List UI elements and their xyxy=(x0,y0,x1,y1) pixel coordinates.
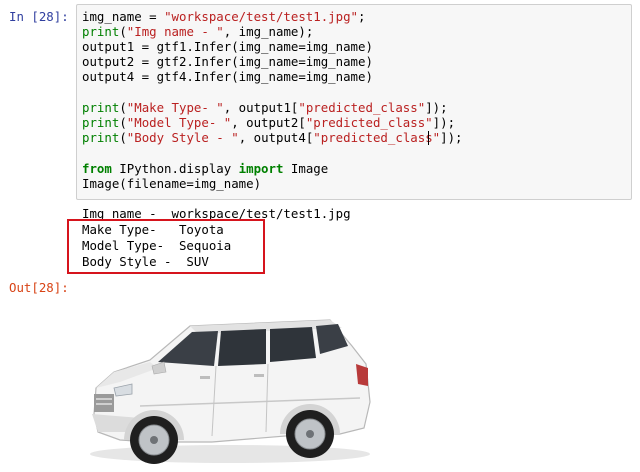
keyword-import: import xyxy=(238,161,284,176)
string-literal: "Model Type- " xyxy=(126,115,232,130)
code-text: Image xyxy=(283,161,329,176)
builtin-print: print xyxy=(82,115,120,130)
code-input-cell[interactable]: img_name = "workspace/test/test1.jpg"; p… xyxy=(76,4,632,200)
code-text: IPython.display xyxy=(111,161,239,176)
code-line-11: from IPython.display import Image xyxy=(82,161,328,176)
code-text: , img_name); xyxy=(223,24,314,39)
code-text: ; xyxy=(358,9,366,24)
builtin-print: print xyxy=(82,130,120,145)
in-prompt: In [28]: xyxy=(9,9,69,24)
builtin-print: print xyxy=(82,100,120,115)
code-text: ( xyxy=(119,115,127,130)
string-literal: "Img name - " xyxy=(126,24,224,39)
out-prompt: Out[28]: xyxy=(9,280,69,295)
code-line-2: print("Img name - ", img_name); xyxy=(82,24,313,39)
code-line-12: Image(filename=img_name) xyxy=(82,176,262,191)
code-text: , output2[ xyxy=(231,115,306,130)
code-line-8: print("Model Type- ", output2["predicted… xyxy=(82,115,455,130)
code-line-5: output4 = gtf4.Infer(img_name=img_name) xyxy=(82,69,373,84)
string-literal: "predicted_class" xyxy=(313,130,441,145)
code-text: , output4[ xyxy=(238,130,314,145)
highlight-box xyxy=(67,219,265,274)
code-line-1: img_name = "workspace/test/test1.jpg"; xyxy=(82,9,366,24)
code-text: ]); xyxy=(432,115,456,130)
string-literal: "Body Style - " xyxy=(126,130,239,145)
code-text: ( xyxy=(119,100,127,115)
string-literal: "workspace/test/test1.jpg" xyxy=(164,9,359,24)
string-literal: "predicted_class" xyxy=(305,115,433,130)
builtin-print: print xyxy=(82,24,120,39)
code-text: ( xyxy=(119,24,127,39)
code-text: ( xyxy=(119,130,127,145)
code-line-7: print("Make Type- ", output1["predicted_… xyxy=(82,100,448,115)
code-text: ]); xyxy=(440,130,463,145)
text-cursor xyxy=(428,131,429,145)
keyword-from: from xyxy=(82,161,112,176)
code-text: ]); xyxy=(425,100,448,115)
string-literal: "predicted_class" xyxy=(298,100,426,115)
string-literal: "Make Type- " xyxy=(126,100,224,115)
code-line-9: print("Body Style - ", output4["predicte… xyxy=(82,130,463,145)
code-text: img_name = xyxy=(82,9,165,24)
code-text: , output1[ xyxy=(223,100,299,115)
code-line-4: output2 = gtf2.Infer(img_name=img_name) xyxy=(82,54,373,69)
car-image xyxy=(90,319,371,464)
code-line-3: output1 = gtf1.Infer(img_name=img_name) xyxy=(82,39,373,54)
